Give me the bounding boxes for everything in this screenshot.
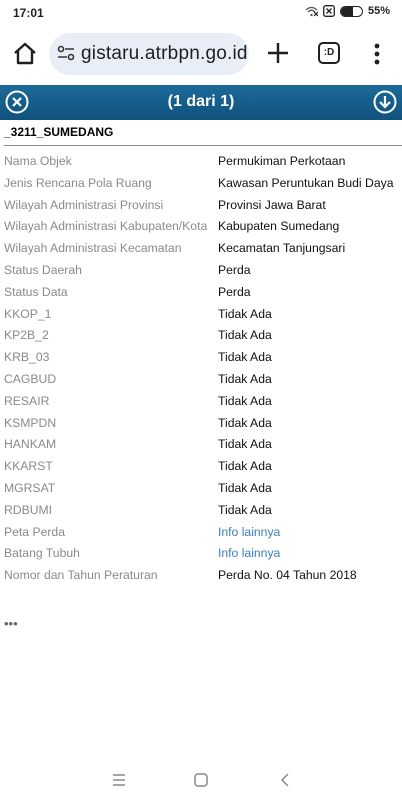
attribute-row: Nomor dan Tahun Peraturan Perda No. 04 Ta…	[0, 565, 402, 587]
attribute-row: HANKAM Tidak Ada	[0, 434, 402, 456]
more-menu-icon[interactable]	[369, 41, 385, 67]
battery-icon	[339, 5, 363, 17]
attribute-value: Perda	[218, 262, 251, 277]
status-time: 17:01	[13, 6, 44, 20]
attribute-key: HANKAM	[4, 437, 57, 452]
download-icon[interactable]	[373, 90, 397, 114]
attribute-key: RDBUMI	[4, 502, 53, 517]
browser-toolbar: gistaru.atrbpn.go.id :D	[0, 28, 402, 80]
attribute-row: Jenis Rencana Pola Ruang Kawasan Peruntuk…	[0, 173, 402, 195]
attribute-row: KKARST Tidak Ada	[0, 456, 402, 478]
attribute-key: KKOP_1	[4, 306, 52, 321]
popup-header: (1 dari 1)	[0, 85, 402, 120]
battery-percent: 55%	[367, 5, 390, 17]
attribute-value: Tidak Ada	[218, 350, 272, 365]
attribute-row: Status Data Perda	[0, 282, 402, 304]
attribute-value: Tidak Ada	[218, 459, 272, 474]
attribute-value: Permukiman Perkotaan	[218, 154, 346, 168]
attribute-value: Tidak Ada	[218, 393, 272, 408]
attribute-key: Batang Tubuh	[4, 546, 80, 561]
more-dots[interactable]: •••	[4, 616, 18, 631]
system-nav-bar	[0, 762, 402, 804]
attribute-value: Kawasan Peruntukan Budi Daya	[218, 175, 394, 190]
new-tab-icon[interactable]	[265, 40, 291, 66]
attribute-key: KSMPDN	[4, 415, 57, 430]
feature-name: _3211_SUMEDANG	[4, 125, 114, 139]
attribute-key: Wilayah Administrasi Provinsi	[4, 197, 164, 212]
attribute-value: Kabupaten Sumedang	[218, 219, 340, 234]
attribute-row: Wilayah Administrasi Provinsi Provinsi Ja…	[0, 195, 402, 217]
attribute-row: Batang Tubuh Info lainnya	[0, 543, 402, 565]
attribute-row: KP2B_2 Tidak Ada	[0, 325, 402, 347]
attribute-value: Tidak Ada	[218, 306, 272, 321]
attribute-row: CAGBUD Tidak Ada	[0, 369, 402, 391]
status-icons: 55%	[305, 5, 390, 17]
attribute-key: MGRSAT	[4, 480, 56, 495]
attribute-value: Tidak Ada	[218, 415, 272, 430]
home-nav-icon[interactable]	[188, 770, 214, 790]
attribute-key: Jenis Rencana Pola Ruang	[4, 175, 152, 190]
attribute-key: Status Daerah	[4, 262, 82, 277]
attribute-row: RDBUMI Tidak Ada	[0, 500, 402, 522]
address-bar[interactable]: gistaru.atrbpn.go.id	[49, 33, 249, 75]
info-link[interactable]: Info lainnya	[218, 525, 280, 539]
wifi-off-icon	[305, 6, 318, 16]
attribute-row: Nama Objek Permukiman Perkotaan	[0, 151, 402, 173]
attribute-row: Status Daerah Perda	[0, 260, 402, 282]
back-icon[interactable]	[272, 770, 298, 790]
info-link[interactable]: Info lainnya	[218, 546, 280, 560]
status-bar: 17:01 55%	[0, 0, 402, 26]
attribute-value: Perda No. 04 Tahun 2018	[218, 568, 357, 583]
attribute-row: Wilayah Administrasi Kabupaten/Kota Kabup…	[0, 216, 402, 238]
attribute-value: Provinsi Jawa Barat	[218, 197, 326, 212]
site-settings-icon[interactable]	[57, 45, 75, 61]
attribute-row: MGRSAT Tidak Ada	[0, 478, 402, 500]
attribute-key: KP2B_2	[4, 328, 49, 343]
tab-switcher-button[interactable]: :D	[318, 42, 340, 64]
attribute-row: KRB_03 Tidak Ada	[0, 347, 402, 369]
attribute-key: Wilayah Administrasi Kecamatan	[4, 241, 182, 256]
attribute-key: CAGBUD	[4, 371, 57, 386]
attribute-key: KRB_03	[4, 350, 50, 365]
sim-none-icon	[323, 5, 335, 17]
attribute-table: Nama Objek Permukiman Perkotaan Jenis Renc…	[0, 151, 402, 587]
attribute-key: Status Data	[4, 284, 68, 299]
attribute-key: Peta Perda	[4, 524, 65, 539]
attribute-key: Wilayah Administrasi Kabupaten/Kota	[4, 219, 208, 234]
attribute-value: Tidak Ada	[218, 437, 272, 452]
attribute-key: Nama Objek	[4, 154, 72, 168]
attribute-row: Peta Perda Info lainnya	[0, 522, 402, 544]
attribute-key: KKARST	[4, 459, 53, 474]
attribute-row: KSMPDN Tidak Ada	[0, 413, 402, 435]
divider	[4, 145, 402, 146]
attribute-value: Tidak Ada	[218, 371, 272, 386]
home-icon[interactable]	[12, 41, 38, 67]
attribute-key: Nomor dan Tahun Peraturan	[4, 568, 158, 583]
attribute-key: RESAIR	[4, 393, 50, 408]
attribute-row: KKOP_1 Tidak Ada	[0, 304, 402, 326]
url-text[interactable]: gistaru.atrbpn.go.id	[81, 43, 248, 65]
attribute-value: Tidak Ada	[218, 328, 272, 343]
recents-icon[interactable]	[106, 770, 132, 790]
attribute-row: Wilayah Administrasi Kecamatan Kecamatan …	[0, 238, 402, 260]
attribute-value: Kecamatan Tanjungsari	[218, 241, 346, 256]
popup-title: (1 dari 1)	[167, 93, 235, 110]
attribute-value: Tidak Ada	[218, 502, 272, 517]
attribute-value: Perda	[218, 284, 251, 299]
attribute-row: RESAIR Tidak Ada	[0, 391, 402, 413]
attribute-value: Tidak Ada	[218, 480, 272, 495]
